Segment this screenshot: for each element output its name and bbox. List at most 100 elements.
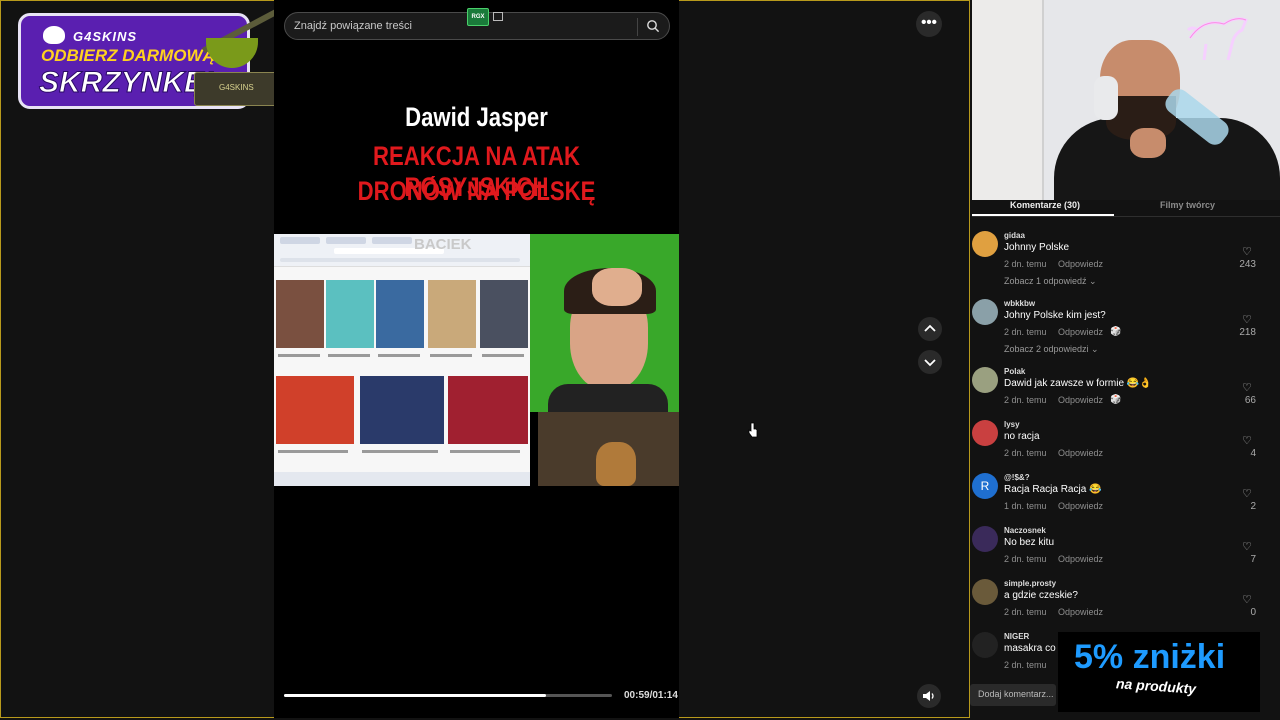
reply-button[interactable]: Odpowiedz bbox=[1058, 554, 1103, 564]
overlay-window-icon bbox=[493, 12, 503, 21]
comment-text: masakra co bbox=[1004, 643, 1056, 654]
video-subtitle-line2: DRONÓW NA POLSKĘ bbox=[357, 176, 596, 206]
like-count: 243 bbox=[1239, 259, 1256, 270]
video-title: Dawid Jasper bbox=[405, 102, 548, 132]
comment-text: Johnny Polske bbox=[1004, 242, 1070, 253]
comment-item: Naczosnek No bez kitu 2 dn. temu Odpowiedz ♡… bbox=[972, 526, 1264, 576]
video-thumbnail bbox=[428, 280, 476, 348]
avatar[interactable] bbox=[972, 367, 998, 393]
video-watermark: BACIEK bbox=[414, 236, 472, 253]
comment-text: a gdzie czeskie? bbox=[1004, 590, 1078, 601]
comment-username[interactable]: @!$&? bbox=[1004, 473, 1030, 482]
reply-button[interactable]: Odpowiedz bbox=[1058, 259, 1103, 269]
discount-headline: 5% zniżki bbox=[1074, 638, 1226, 676]
comments-tabs: Komentarze (30) Filmy twórcy bbox=[972, 200, 1280, 217]
creator-reaction-icon: 🎲 bbox=[1110, 394, 1122, 404]
like-heart-icon[interactable]: ♡ bbox=[1242, 434, 1252, 447]
search-icon[interactable] bbox=[646, 19, 660, 33]
more-options-button[interactable]: ••• bbox=[916, 11, 942, 37]
search-input[interactable]: Znajdź powiązane treści bbox=[294, 20, 412, 32]
comment-item: lysy no racja 2 dn. temu Odpowiedz ♡ 4 bbox=[972, 420, 1264, 470]
comment-username[interactable]: simple.prosty bbox=[1004, 579, 1056, 588]
comment-username[interactable]: lysy bbox=[1004, 420, 1020, 429]
video-screen-capture: BACIEK bbox=[274, 234, 530, 486]
comment-time: 2 dn. temu bbox=[1004, 327, 1047, 337]
progress-bar[interactable] bbox=[284, 694, 612, 697]
chevron-up-icon bbox=[924, 324, 936, 332]
video-player[interactable]: Dawid Jasper REAKCJA NA ATAK ROSYJSKICH … bbox=[274, 0, 679, 718]
like-heart-icon[interactable]: ♡ bbox=[1242, 593, 1252, 606]
reply-button[interactable]: Odpowiedz bbox=[1058, 448, 1103, 458]
promo-brand: G4SKINS bbox=[73, 29, 138, 44]
comment-time: 2 dn. temu bbox=[1004, 448, 1047, 458]
comment-text: No bez kitu bbox=[1004, 537, 1055, 548]
comment-username[interactable]: Polak bbox=[1004, 367, 1025, 376]
time-display: 00:59/01:14 bbox=[624, 690, 678, 701]
like-heart-icon[interactable]: ♡ bbox=[1242, 487, 1252, 500]
like-count: 2 bbox=[1250, 501, 1256, 512]
reply-button[interactable]: Odpowiedz bbox=[1058, 327, 1103, 337]
like-count: 4 bbox=[1250, 448, 1256, 459]
like-heart-icon[interactable]: ♡ bbox=[1242, 540, 1252, 553]
comment-username[interactable]: gidaa bbox=[1004, 231, 1025, 240]
comment-time: 2 dn. temu bbox=[1004, 395, 1047, 405]
previous-video-button[interactable] bbox=[918, 317, 942, 341]
comment-text: Racja Racja Racja 😂 bbox=[1004, 484, 1102, 495]
avatar[interactable] bbox=[972, 579, 998, 605]
avatar[interactable] bbox=[972, 231, 998, 257]
like-count: 66 bbox=[1244, 395, 1256, 406]
like-heart-icon[interactable]: ♡ bbox=[1242, 313, 1252, 326]
like-count: 218 bbox=[1239, 327, 1256, 338]
brand-logo-icon bbox=[43, 26, 65, 44]
video-thumbnail bbox=[376, 280, 424, 348]
like-count: 7 bbox=[1250, 554, 1256, 565]
comment-time: 1 dn. temu bbox=[1004, 501, 1047, 511]
overlay-badge: RGX bbox=[467, 8, 489, 26]
like-heart-icon[interactable]: ♡ bbox=[1242, 381, 1252, 394]
streamer-webcam bbox=[972, 0, 1280, 200]
video-thumbnail bbox=[276, 376, 354, 444]
comment-item: gidaa Johnny Polske 2 dn. temu Odpowiedz ♡ 24… bbox=[972, 231, 1264, 286]
view-replies-link[interactable]: Zobacz 1 odpowiedź ⌄ bbox=[1004, 276, 1097, 287]
video-thumbnail bbox=[360, 376, 444, 444]
comment-time: 2 dn. temu bbox=[1004, 259, 1047, 269]
view-replies-link[interactable]: Zobacz 2 odpowiedzi ⌄ bbox=[1004, 344, 1099, 355]
discount-subtext: na produkty bbox=[1115, 675, 1197, 697]
creator-reaction-icon: 🎲 bbox=[1110, 326, 1122, 336]
reply-button[interactable]: Odpowiedz bbox=[1058, 607, 1103, 617]
like-count: 0 bbox=[1250, 607, 1256, 618]
next-video-button[interactable] bbox=[918, 350, 942, 374]
comment-item: Polak Dawid jak zawsze w formie 😂👌 2 dn. t… bbox=[972, 367, 1264, 417]
discount-overlay: 5% zniżki na produkty bbox=[1058, 632, 1260, 712]
comment-item: simple.prosty a gdzie czeskie? 2 dn. temu O… bbox=[972, 579, 1264, 629]
tab-creator-videos[interactable]: Filmy twórcy bbox=[1160, 200, 1215, 210]
tab-comments[interactable]: Komentarze (30) bbox=[1010, 200, 1080, 210]
comment-item: R @!$&? Racja Racja Racja 😂 1 dn. temu Odpow… bbox=[972, 473, 1264, 523]
avatar[interactable] bbox=[972, 299, 998, 325]
promo-headline-big: SKRZYNKĘ! bbox=[38, 66, 215, 100]
comment-item: wbkkbw Johny Polske kim jest? 2 dn. temu Od… bbox=[972, 299, 1264, 354]
avatar[interactable] bbox=[972, 526, 998, 552]
search-divider bbox=[637, 18, 638, 36]
progress-fill bbox=[284, 694, 547, 697]
second-webcam bbox=[538, 412, 679, 486]
avatar[interactable] bbox=[972, 632, 998, 658]
video-thumbnail bbox=[448, 376, 528, 444]
reply-button[interactable]: Odpowiedz bbox=[1058, 395, 1103, 405]
reply-button[interactable]: Odpowiedz bbox=[1058, 501, 1103, 511]
comment-text: no racja bbox=[1004, 431, 1040, 442]
avatar[interactable] bbox=[972, 420, 998, 446]
comment-username[interactable]: NIGER bbox=[1004, 632, 1029, 641]
active-tab-indicator bbox=[972, 214, 1114, 216]
chevron-down-icon bbox=[924, 359, 936, 367]
video-thumbnail bbox=[326, 280, 374, 348]
avatar[interactable]: R bbox=[972, 473, 998, 499]
neon-bull-sign-icon bbox=[1186, 17, 1248, 61]
like-heart-icon[interactable]: ♡ bbox=[1242, 245, 1252, 258]
search-bar[interactable]: Znajdź powiązane treści RGX bbox=[284, 8, 670, 40]
comment-username[interactable]: Naczosnek bbox=[1004, 526, 1046, 535]
comment-username[interactable]: wbkkbw bbox=[1004, 299, 1035, 308]
add-comment-input[interactable]: Dodaj komentarz... bbox=[970, 684, 1056, 706]
comment-time: 2 dn. temu bbox=[1004, 607, 1047, 617]
volume-button[interactable] bbox=[917, 684, 941, 708]
